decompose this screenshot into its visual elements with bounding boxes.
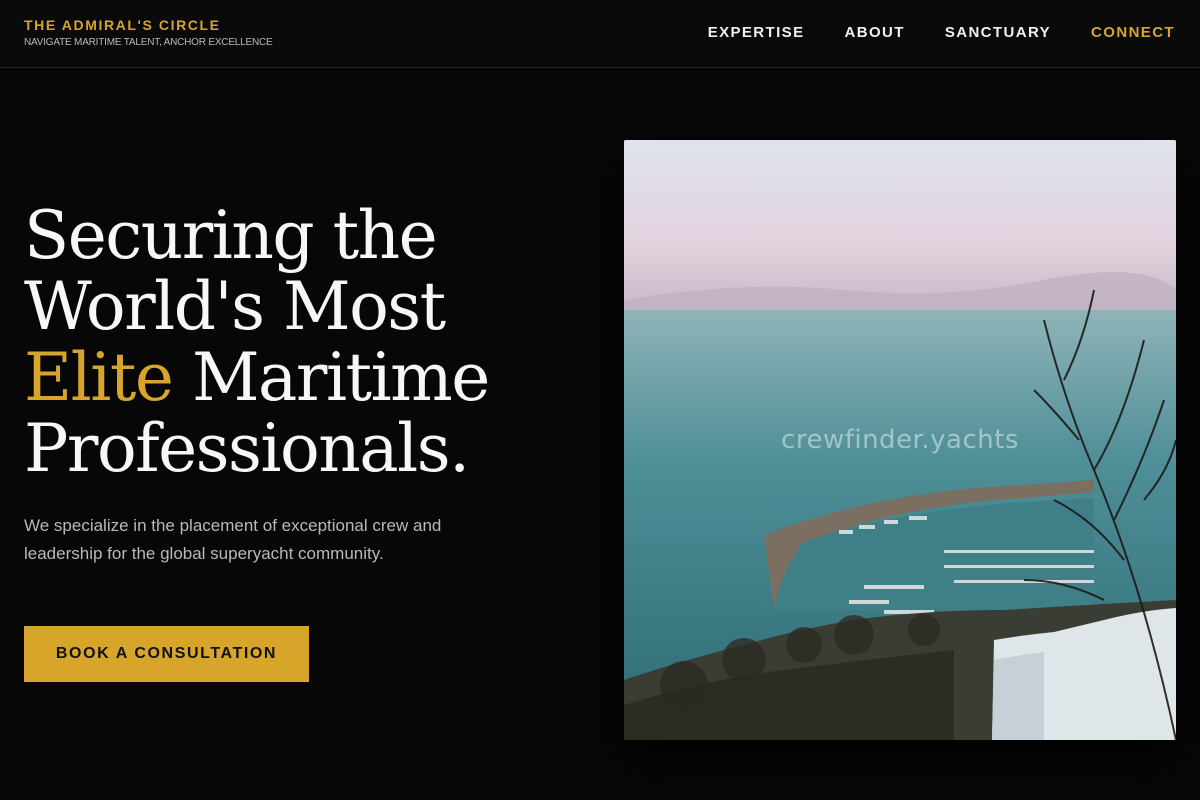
- hero-headline: Securing the World's Most Elite Maritime…: [24, 200, 584, 484]
- headline-line-2: World's Most: [24, 268, 446, 345]
- nav-link-about[interactable]: ABOUT: [844, 24, 904, 42]
- main-nav: EXPERTISE ABOUT SANCTUARY CONNECT: [668, 24, 1175, 42]
- brand-title[interactable]: THE ADMIRAL'S CIRCLE: [24, 17, 273, 33]
- hero-description: We specialize in the placement of except…: [24, 516, 442, 563]
- headline-line-1: Securing the: [24, 197, 438, 274]
- brand[interactable]: THE ADMIRAL'S CIRCLE NAVIGATE MARITIME T…: [24, 17, 273, 49]
- hero-text: Securing the World's Most Elite Maritime…: [24, 200, 584, 568]
- headline-line-4: Professionals.: [24, 410, 470, 487]
- book-consultation-button[interactable]: BOOK A CONSULTATION: [24, 626, 309, 682]
- nav-link-expertise[interactable]: EXPERTISE: [708, 24, 805, 42]
- nav-link-connect[interactable]: CONNECT: [1091, 24, 1175, 42]
- brand-tagline: NAVIGATE MARITIME TALENT, ANCHOR EXCELLE…: [24, 37, 273, 48]
- headline-line-3: Maritime: [172, 339, 490, 416]
- hero-image: crewfinder.yachts: [624, 140, 1176, 740]
- image-watermark: crewfinder.yachts: [781, 425, 1019, 455]
- site-header: THE ADMIRAL'S CIRCLE NAVIGATE MARITIME T…: [0, 0, 1200, 68]
- headline-accent-word: Elite: [24, 339, 174, 416]
- nav-link-sanctuary[interactable]: SANCTUARY: [945, 24, 1051, 42]
